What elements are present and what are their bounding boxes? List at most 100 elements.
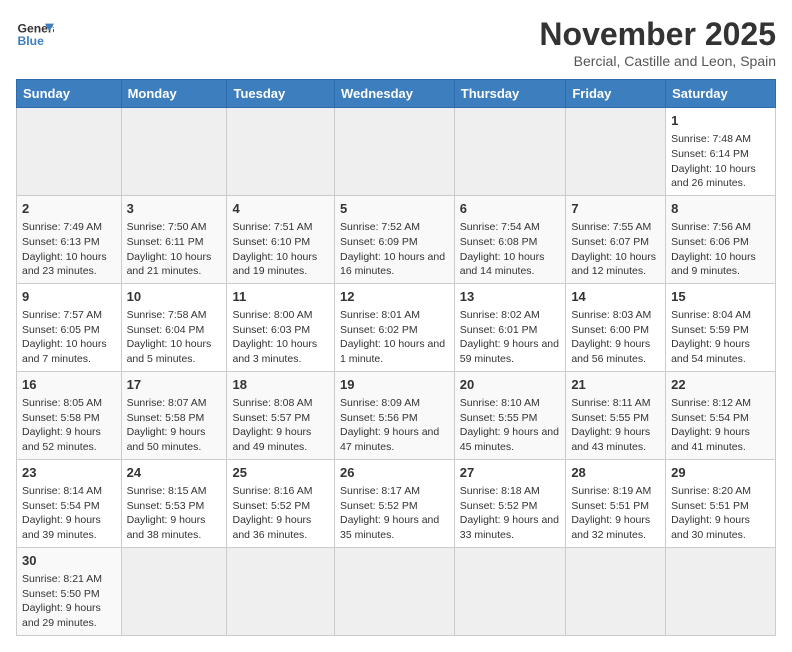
calendar-cell: 20 Sunrise: 8:10 AMSunset: 5:55 PMDayligh…: [454, 371, 566, 459]
day-info: Sunrise: 8:02 AMSunset: 6:01 PMDaylight:…: [460, 308, 561, 367]
day-info: Sunrise: 8:03 AMSunset: 6:00 PMDaylight:…: [571, 308, 660, 367]
calendar-cell: 3 Sunrise: 7:50 AMSunset: 6:11 PMDaylight…: [121, 195, 227, 283]
calendar-cell: 18 Sunrise: 8:08 AMSunset: 5:57 PMDayligh…: [227, 371, 335, 459]
day-info: Sunrise: 7:52 AMSunset: 6:09 PMDaylight:…: [340, 220, 449, 279]
day-info: Sunrise: 7:48 AMSunset: 6:14 PMDaylight:…: [671, 132, 770, 191]
calendar-cell: 15Sunrise: 8:04 AMSunset: 5:59 PMDayligh…: [666, 283, 776, 371]
calendar-header-row: SundayMondayTuesdayWednesdayThursdayFrid…: [17, 80, 776, 108]
calendar-cell: 26 Sunrise: 8:17 AMSunset: 5:52 PMDayligh…: [334, 459, 454, 547]
generalblue-logo-icon: General Blue: [16, 16, 54, 54]
calendar-cell: 28 Sunrise: 8:19 AMSunset: 5:51 PMDayligh…: [566, 459, 666, 547]
calendar-cell: 25 Sunrise: 8:16 AMSunset: 5:52 PMDayligh…: [227, 459, 335, 547]
calendar-cell: [227, 547, 335, 635]
calendar-cell: [121, 547, 227, 635]
calendar-cell: 14 Sunrise: 8:03 AMSunset: 6:00 PMDayligh…: [566, 283, 666, 371]
day-number: 26: [340, 464, 449, 482]
day-of-week-header: Sunday: [17, 80, 122, 108]
calendar-week-row: 23 Sunrise: 8:14 AMSunset: 5:54 PMDayligh…: [17, 459, 776, 547]
calendar-cell: [566, 547, 666, 635]
calendar-cell: 27Sunrise: 8:18 AMSunset: 5:52 PMDayligh…: [454, 459, 566, 547]
day-info: Sunrise: 8:01 AMSunset: 6:02 PMDaylight:…: [340, 308, 449, 367]
calendar-cell: 10Sunrise: 7:58 AMSunset: 6:04 PMDayligh…: [121, 283, 227, 371]
calendar-cell: [334, 108, 454, 196]
day-number: 15: [671, 288, 770, 306]
day-info: Sunrise: 7:58 AMSunset: 6:04 PMDaylight:…: [127, 308, 222, 367]
calendar-cell: [454, 547, 566, 635]
day-number: 1: [671, 112, 770, 130]
day-info: Sunrise: 7:49 AMSunset: 6:13 PMDaylight:…: [22, 220, 116, 279]
day-info: Sunrise: 8:14 AMSunset: 5:54 PMDaylight:…: [22, 484, 116, 543]
day-number: 25: [232, 464, 329, 482]
calendar-cell: 2 Sunrise: 7:49 AMSunset: 6:13 PMDaylight…: [17, 195, 122, 283]
day-info: Sunrise: 7:51 AMSunset: 6:10 PMDaylight:…: [232, 220, 329, 279]
day-info: Sunrise: 8:18 AMSunset: 5:52 PMDaylight:…: [460, 484, 561, 543]
day-number: 12: [340, 288, 449, 306]
month-title: November 2025: [539, 16, 776, 53]
day-number: 28: [571, 464, 660, 482]
day-info: Sunrise: 8:19 AMSunset: 5:51 PMDaylight:…: [571, 484, 660, 543]
title-area: November 2025 Bercial, Castille and Leon…: [539, 16, 776, 69]
calendar-cell: 5 Sunrise: 7:52 AMSunset: 6:09 PMDaylight…: [334, 195, 454, 283]
day-of-week-header: Tuesday: [227, 80, 335, 108]
day-number: 9: [22, 288, 116, 306]
day-info: Sunrise: 8:08 AMSunset: 5:57 PMDaylight:…: [232, 396, 329, 455]
calendar-week-row: 2 Sunrise: 7:49 AMSunset: 6:13 PMDaylight…: [17, 195, 776, 283]
day-info: Sunrise: 8:00 AMSunset: 6:03 PMDaylight:…: [232, 308, 329, 367]
calendar-cell: 19 Sunrise: 8:09 AMSunset: 5:56 PMDayligh…: [334, 371, 454, 459]
day-of-week-header: Thursday: [454, 80, 566, 108]
calendar-cell: 12 Sunrise: 8:01 AMSunset: 6:02 PMDayligh…: [334, 283, 454, 371]
calendar-table: SundayMondayTuesdayWednesdayThursdayFrid…: [16, 79, 776, 636]
calendar-cell: 11 Sunrise: 8:00 AMSunset: 6:03 PMDayligh…: [227, 283, 335, 371]
day-info: Sunrise: 7:57 AMSunset: 6:05 PMDaylight:…: [22, 308, 116, 367]
day-number: 17: [127, 376, 222, 394]
day-info: Sunrise: 8:05 AMSunset: 5:58 PMDaylight:…: [22, 396, 116, 455]
day-of-week-header: Friday: [566, 80, 666, 108]
day-number: 3: [127, 200, 222, 218]
day-number: 11: [232, 288, 329, 306]
calendar-cell: [121, 108, 227, 196]
day-number: 7: [571, 200, 660, 218]
calendar-cell: [566, 108, 666, 196]
day-info: Sunrise: 8:09 AMSunset: 5:56 PMDaylight:…: [340, 396, 449, 455]
calendar-cell: [666, 547, 776, 635]
logo: General Blue: [16, 16, 54, 54]
calendar-cell: 16 Sunrise: 8:05 AMSunset: 5:58 PMDayligh…: [17, 371, 122, 459]
day-number: 29: [671, 464, 770, 482]
day-number: 16: [22, 376, 116, 394]
calendar-cell: 7 Sunrise: 7:55 AMSunset: 6:07 PMDaylight…: [566, 195, 666, 283]
day-number: 5: [340, 200, 449, 218]
svg-text:Blue: Blue: [18, 34, 45, 48]
day-info: Sunrise: 8:16 AMSunset: 5:52 PMDaylight:…: [232, 484, 329, 543]
page-header: General Blue November 2025 Bercial, Cast…: [16, 16, 776, 69]
calendar-week-row: 9 Sunrise: 7:57 AMSunset: 6:05 PMDaylight…: [17, 283, 776, 371]
day-of-week-header: Wednesday: [334, 80, 454, 108]
day-info: Sunrise: 8:17 AMSunset: 5:52 PMDaylight:…: [340, 484, 449, 543]
calendar-cell: 29 Sunrise: 8:20 AMSunset: 5:51 PMDayligh…: [666, 459, 776, 547]
calendar-cell: 8Sunrise: 7:56 AMSunset: 6:06 PMDaylight…: [666, 195, 776, 283]
day-number: 19: [340, 376, 449, 394]
calendar-cell: 17Sunrise: 8:07 AMSunset: 5:58 PMDayligh…: [121, 371, 227, 459]
day-number: 30: [22, 552, 116, 570]
calendar-week-row: 1 Sunrise: 7:48 AMSunset: 6:14 PMDaylight…: [17, 108, 776, 196]
day-info: Sunrise: 8:20 AMSunset: 5:51 PMDaylight:…: [671, 484, 770, 543]
day-info: Sunrise: 7:50 AMSunset: 6:11 PMDaylight:…: [127, 220, 222, 279]
calendar-week-row: 30 Sunrise: 8:21 AMSunset: 5:50 PMDayligh…: [17, 547, 776, 635]
calendar-cell: 30 Sunrise: 8:21 AMSunset: 5:50 PMDayligh…: [17, 547, 122, 635]
day-number: 13: [460, 288, 561, 306]
day-of-week-header: Saturday: [666, 80, 776, 108]
calendar-cell: 9 Sunrise: 7:57 AMSunset: 6:05 PMDaylight…: [17, 283, 122, 371]
day-number: 14: [571, 288, 660, 306]
day-number: 2: [22, 200, 116, 218]
location-title: Bercial, Castille and Leon, Spain: [539, 53, 776, 69]
day-number: 23: [22, 464, 116, 482]
day-info: Sunrise: 7:55 AMSunset: 6:07 PMDaylight:…: [571, 220, 660, 279]
day-info: Sunrise: 7:54 AMSunset: 6:08 PMDaylight:…: [460, 220, 561, 279]
day-number: 18: [232, 376, 329, 394]
day-number: 20: [460, 376, 561, 394]
day-number: 21: [571, 376, 660, 394]
day-info: Sunrise: 7:56 AMSunset: 6:06 PMDaylight:…: [671, 220, 770, 279]
day-of-week-header: Monday: [121, 80, 227, 108]
day-info: Sunrise: 8:10 AMSunset: 5:55 PMDaylight:…: [460, 396, 561, 455]
calendar-cell: 1 Sunrise: 7:48 AMSunset: 6:14 PMDaylight…: [666, 108, 776, 196]
day-info: Sunrise: 8:21 AMSunset: 5:50 PMDaylight:…: [22, 572, 116, 631]
